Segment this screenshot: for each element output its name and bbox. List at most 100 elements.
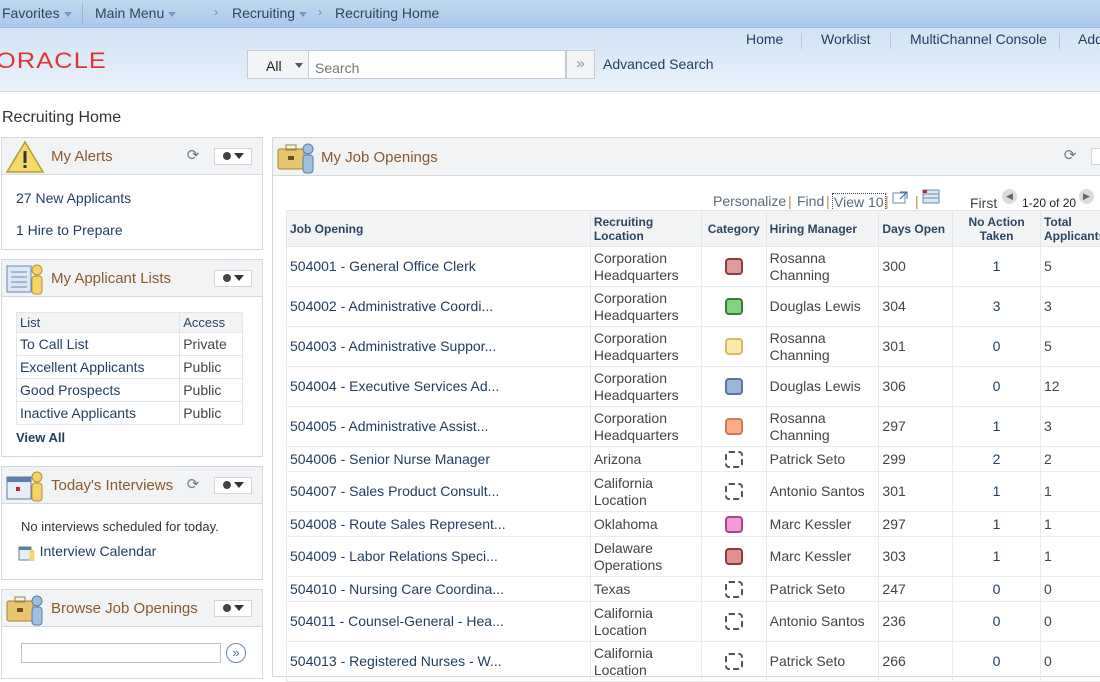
interview-calendar-link[interactable]: Interview Calendar xyxy=(18,543,156,562)
zoom-grid-icon[interactable] xyxy=(892,190,909,207)
search-scope-select[interactable]: All xyxy=(247,50,308,79)
worklist-link[interactable]: Worklist xyxy=(821,31,871,47)
no-action-taken-link[interactable]: 1 xyxy=(953,537,1041,577)
applicant-lists-pagelet: My Applicant Lists List Access To Call L… xyxy=(1,259,263,457)
list-name-link[interactable]: Good Prospects xyxy=(17,379,180,402)
column-header-total-applicants[interactable]: Total Applicants xyxy=(1040,211,1100,247)
view-10-link[interactable]: View 10 xyxy=(832,193,886,211)
spreadsheet-icon xyxy=(922,189,940,204)
home-link[interactable]: Home xyxy=(746,31,783,47)
no-action-taken-link[interactable]: 0 xyxy=(953,327,1041,367)
search-scope-value: All xyxy=(266,58,282,74)
recruiting-location: Corporation Headquarters xyxy=(590,287,701,327)
next-button[interactable]: ▶ xyxy=(1079,189,1094,204)
no-action-taken-link[interactable]: 0 xyxy=(953,577,1041,602)
job-opening-link[interactable]: 504005 - Administrative Assist... xyxy=(287,407,591,447)
no-action-taken-link[interactable]: 0 xyxy=(953,642,1041,682)
category-cell xyxy=(701,472,766,512)
no-action-taken-link[interactable]: 1 xyxy=(953,512,1041,537)
refresh-icon[interactable]: ⟳ xyxy=(185,148,201,164)
total-applicants: 5 xyxy=(1040,247,1100,287)
pagelet-title: My Applicant Lists xyxy=(51,270,171,287)
new-applicants-link[interactable]: 27 New Applicants xyxy=(16,190,131,206)
browse-go-button[interactable]: » xyxy=(226,643,246,663)
pagelet-options-button[interactable] xyxy=(214,148,252,165)
category-color-icon xyxy=(725,653,743,670)
recruiting-location: California Location xyxy=(590,472,701,512)
no-action-taken-link[interactable]: 3 xyxy=(953,287,1041,327)
pagelet-options-button[interactable] xyxy=(214,600,252,617)
search-input[interactable] xyxy=(308,50,566,79)
list-name-link[interactable]: Excellent Applicants xyxy=(17,356,180,379)
list-name-link[interactable]: To Call List xyxy=(17,333,180,356)
job-opening-link[interactable]: 504008 - Route Sales Represent... xyxy=(287,512,591,537)
table-row: To Call List Private xyxy=(17,333,243,356)
search-go-button[interactable]: » xyxy=(566,50,595,79)
refresh-icon[interactable]: ⟳ xyxy=(1062,148,1078,164)
divider: | xyxy=(788,193,792,209)
advanced-search-link[interactable]: Advanced Search xyxy=(603,56,714,72)
job-opening-link[interactable]: 504002 - Administrative Coordi... xyxy=(287,287,591,327)
job-opening-link[interactable]: 504007 - Sales Product Consult... xyxy=(287,472,591,512)
pagelet-options-button[interactable] xyxy=(214,477,252,494)
chevron-down-icon xyxy=(295,63,303,68)
list-name-link[interactable]: Inactive Applicants xyxy=(17,402,180,425)
pagelet-options-button[interactable] xyxy=(214,270,252,287)
refresh-icon[interactable]: ⟳ xyxy=(185,477,201,493)
add-link[interactable]: Add xyxy=(1078,31,1100,47)
job-opening-link[interactable]: 504003 - Administrative Suppor... xyxy=(287,327,591,367)
job-opening-link[interactable]: 504010 - Nursing Care Coordina... xyxy=(287,577,591,602)
pagelet-title: My Alerts xyxy=(51,148,113,165)
chevron-down-icon xyxy=(234,275,244,281)
breadcrumb-recruiting[interactable]: Recruiting xyxy=(232,5,307,21)
category-color-icon xyxy=(725,418,743,435)
personalize-link[interactable]: Personalize xyxy=(713,193,786,209)
column-header-days-open[interactable]: Days Open xyxy=(879,211,953,247)
category-color-icon xyxy=(725,581,743,598)
job-opening-link[interactable]: 504006 - Senior Nurse Manager xyxy=(287,447,591,472)
list-access: Public xyxy=(180,379,243,402)
table-row: 504006 - Senior Nurse ManagerArizonaPatr… xyxy=(287,447,1100,472)
no-action-taken-link[interactable]: 0 xyxy=(953,602,1041,642)
find-link[interactable]: Find xyxy=(797,193,824,209)
no-action-taken-link[interactable]: 2 xyxy=(953,447,1041,472)
main-menu[interactable]: Main Menu xyxy=(95,5,176,21)
hiring-manager: Rosanna Channing xyxy=(766,407,879,447)
favorites-menu[interactable]: Favorites xyxy=(2,5,72,21)
job-opening-link[interactable]: 504009 - Labor Relations Speci... xyxy=(287,537,591,577)
table-header-row: Job Opening Recruiting Location Category… xyxy=(287,211,1100,247)
divider xyxy=(890,33,891,49)
hiring-manager: Patrick Seto xyxy=(766,577,879,602)
no-action-taken-link[interactable]: 0 xyxy=(953,367,1041,407)
table-row: 504003 - Administrative Suppor...Corpora… xyxy=(287,327,1100,367)
browse-jobs-input[interactable] xyxy=(21,643,221,663)
recruiting-location: California Location xyxy=(590,602,701,642)
no-action-taken-link[interactable]: 1 xyxy=(953,472,1041,512)
previous-button[interactable]: ◀ xyxy=(1002,189,1017,204)
download-spreadsheet-icon[interactable] xyxy=(922,189,940,207)
breadcrumb-recruiting-home[interactable]: Recruiting Home xyxy=(335,5,439,21)
job-opening-link[interactable]: 504001 - General Office Clerk xyxy=(287,247,591,287)
first-link[interactable]: First xyxy=(970,195,997,211)
column-header-no-action-taken[interactable]: No Action Taken xyxy=(953,211,1041,247)
column-header-recruiting-location[interactable]: Recruiting Location xyxy=(590,211,701,247)
hire-to-prepare-link[interactable]: 1 Hire to Prepare xyxy=(16,222,123,238)
column-header-category[interactable]: Category xyxy=(701,211,766,247)
column-header-hiring-manager[interactable]: Hiring Manager xyxy=(766,211,879,247)
my-alerts-pagelet: My Alerts ⟳ 27 New Applicants 1 Hire to … xyxy=(1,137,263,250)
pagelet-options-button[interactable] xyxy=(1091,148,1100,165)
total-applicants: 1 xyxy=(1040,512,1100,537)
job-opening-link[interactable]: 504013 - Registered Nurses - W... xyxy=(287,642,591,682)
pagelet-title: Today's Interviews xyxy=(51,477,173,494)
job-opening-link[interactable]: 504004 - Executive Services Ad... xyxy=(287,367,591,407)
job-opening-link[interactable]: 504011 - Counsel-General - Hea... xyxy=(287,602,591,642)
multichannel-console-link[interactable]: MultiChannel Console xyxy=(910,31,1047,47)
view-all-link[interactable]: View All xyxy=(16,430,65,445)
no-action-taken-link[interactable]: 1 xyxy=(953,247,1041,287)
list-access: Public xyxy=(180,402,243,425)
column-header-job-opening[interactable]: Job Opening xyxy=(287,211,591,247)
no-interviews-message: No interviews scheduled for today. xyxy=(21,519,219,534)
no-action-taken-link[interactable]: 1 xyxy=(953,407,1041,447)
my-job-openings-pagelet: My Job Openings ⟳ Personalize | Find | V… xyxy=(272,137,1100,677)
hiring-manager: Patrick Seto xyxy=(766,447,879,472)
